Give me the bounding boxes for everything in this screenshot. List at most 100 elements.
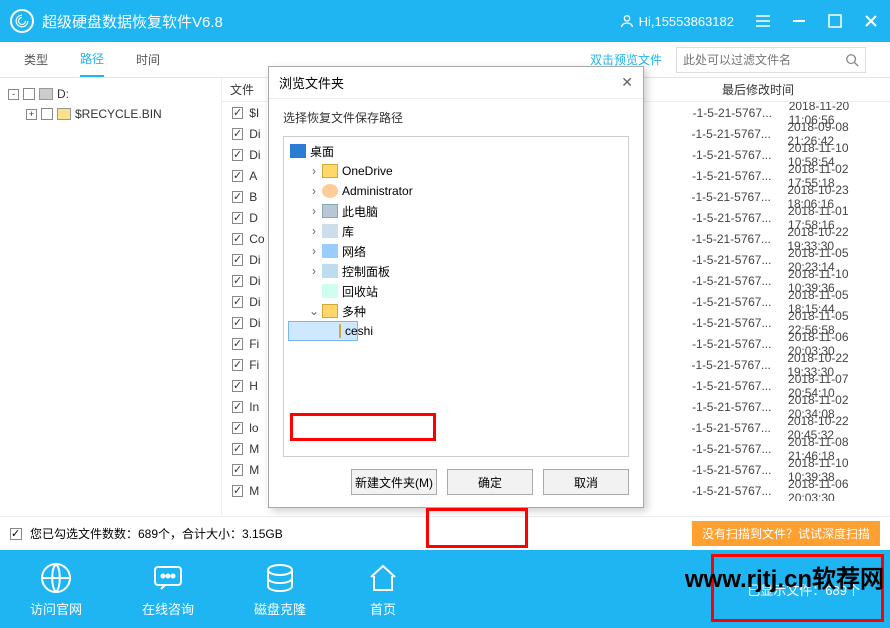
expand-icon[interactable]: › <box>308 204 320 218</box>
footer-chat[interactable]: 在线咨询 <box>142 561 194 618</box>
node-desktop[interactable]: 桌面 <box>286 141 626 161</box>
footer-site[interactable]: 访问官网 <box>30 561 82 618</box>
node-bin[interactable]: 回收站 <box>286 281 626 301</box>
node-pc[interactable]: ›此电脑 <box>286 201 626 221</box>
browse-folder-dialog: 浏览文件夹 ✕ 选择恢复文件保存路径 桌面 ›OneDrive ›Adminis… <box>268 66 644 508</box>
node-ctrl[interactable]: ›控制面板 <box>286 261 626 281</box>
file-id: -1-5-21-5767... <box>692 400 788 414</box>
row-checkbox[interactable] <box>232 380 243 392</box>
tab-path[interactable]: 路径 <box>80 42 104 77</box>
new-folder-button[interactable]: 新建文件夹(M) <box>351 469 437 495</box>
row-checkbox[interactable] <box>232 233 243 245</box>
tree-recycle-label: $RECYCLE.BIN <box>75 107 162 121</box>
tree-drive-label: D: <box>57 87 69 101</box>
footer-clone-label: 磁盘克隆 <box>254 599 306 618</box>
control-panel-icon <box>322 264 338 278</box>
folder-tree[interactable]: - D: + $RECYCLE.BIN <box>0 78 222 516</box>
col-date[interactable]: 最后修改时间 <box>722 81 876 98</box>
footer-site-label: 访问官网 <box>30 599 82 618</box>
footer-clone[interactable]: 磁盘克隆 <box>254 561 306 618</box>
file-id: -1-5-21-5767... <box>692 421 788 435</box>
dialog-titlebar: 浏览文件夹 ✕ <box>269 67 643 99</box>
expand-icon[interactable]: › <box>308 184 320 198</box>
search-box[interactable] <box>676 47 866 73</box>
checkbox[interactable] <box>23 88 35 100</box>
tab-time[interactable]: 时间 <box>136 43 160 76</box>
menu-icon[interactable] <box>754 12 772 30</box>
row-checkbox[interactable] <box>232 443 243 455</box>
row-checkbox[interactable] <box>232 422 243 434</box>
file-id: -1-5-21-5767... <box>692 316 788 330</box>
expand-icon[interactable]: › <box>308 244 320 258</box>
expand-icon[interactable]: › <box>308 264 320 278</box>
row-checkbox[interactable] <box>232 191 243 203</box>
expand-icon[interactable]: › <box>308 224 320 238</box>
row-checkbox[interactable] <box>232 296 243 308</box>
search-input[interactable] <box>683 53 845 67</box>
drive-icon <box>39 88 53 100</box>
row-checkbox[interactable] <box>232 254 243 266</box>
pc-icon <box>322 204 338 218</box>
app-title: 超级硬盘数据恢复软件V6.8 <box>42 11 619 32</box>
disk-icon <box>263 561 297 595</box>
ok-button[interactable]: 确定 <box>447 469 533 495</box>
folder-icon <box>339 324 341 338</box>
title-bar: 超级硬盘数据恢复软件V6.8 Hi,15553863182 <box>0 0 890 42</box>
search-icon[interactable] <box>845 53 859 67</box>
node-onedrive[interactable]: ›OneDrive <box>286 161 626 181</box>
expand-icon[interactable]: › <box>308 164 320 178</box>
file-id: -1-5-21-5767... <box>692 148 788 162</box>
select-all-checkbox[interactable] <box>10 528 22 540</box>
row-checkbox[interactable] <box>232 275 243 287</box>
row-checkbox[interactable] <box>232 401 243 413</box>
row-checkbox[interactable] <box>232 317 243 329</box>
node-net[interactable]: ›网络 <box>286 241 626 261</box>
node-many[interactable]: ⌄多种 <box>286 301 626 321</box>
app-logo-icon <box>10 9 34 33</box>
tab-type[interactable]: 类型 <box>24 43 48 76</box>
file-id: -1-5-21-5767... <box>692 232 788 246</box>
dialog-close-icon[interactable]: ✕ <box>621 74 633 91</box>
footer-home[interactable]: 首页 <box>366 561 400 618</box>
user-info[interactable]: Hi,15553863182 <box>619 13 734 29</box>
minimize-icon[interactable] <box>790 12 808 30</box>
file-id: -1-5-21-5767... <box>692 169 788 183</box>
maximize-icon[interactable] <box>826 12 844 30</box>
row-checkbox[interactable] <box>232 212 243 224</box>
library-icon <box>322 224 338 238</box>
tree-recycle[interactable]: + $RECYCLE.BIN <box>26 104 213 124</box>
node-lib[interactable]: ›库 <box>286 221 626 241</box>
collapse-icon[interactable]: - <box>8 89 19 100</box>
folder-icon <box>322 164 338 178</box>
file-id: -1-5-21-5767... <box>692 337 788 351</box>
row-checkbox[interactable] <box>232 464 243 476</box>
file-id: -1-5-21-5767... <box>692 358 788 372</box>
file-id: -1-5-21-5767... <box>692 463 788 477</box>
file-id: -1-5-21-5767... <box>692 295 788 309</box>
row-checkbox[interactable] <box>232 128 243 140</box>
deep-scan-button[interactable]: 没有扫描到文件？试试深度扫描 <box>692 521 880 546</box>
folder-icon <box>322 304 338 318</box>
expand-icon[interactable]: + <box>26 109 37 120</box>
collapse-icon[interactable]: ⌄ <box>308 304 320 318</box>
checkbox[interactable] <box>41 108 53 120</box>
footer-home-label: 首页 <box>370 599 396 618</box>
home-icon <box>366 561 400 595</box>
user-icon <box>322 184 338 198</box>
row-checkbox[interactable] <box>232 485 243 497</box>
node-admin[interactable]: ›Administrator <box>286 181 626 201</box>
tree-drive[interactable]: - D: <box>8 84 213 104</box>
cancel-button[interactable]: 取消 <box>543 469 629 495</box>
window-controls <box>754 12 880 30</box>
summary-text: 您已勾选文件数数：689个，合计大小：3.15GB <box>30 525 283 542</box>
row-checkbox[interactable] <box>232 107 243 119</box>
row-checkbox[interactable] <box>232 359 243 371</box>
row-checkbox[interactable] <box>232 170 243 182</box>
chat-icon <box>151 561 185 595</box>
dialog-folder-tree[interactable]: 桌面 ›OneDrive ›Administrator ›此电脑 ›库 ›网络 … <box>283 136 629 457</box>
close-icon[interactable] <box>862 12 880 30</box>
globe-icon <box>39 561 73 595</box>
row-checkbox[interactable] <box>232 338 243 350</box>
row-checkbox[interactable] <box>232 149 243 161</box>
node-ceshi[interactable]: ceshi <box>288 321 358 341</box>
